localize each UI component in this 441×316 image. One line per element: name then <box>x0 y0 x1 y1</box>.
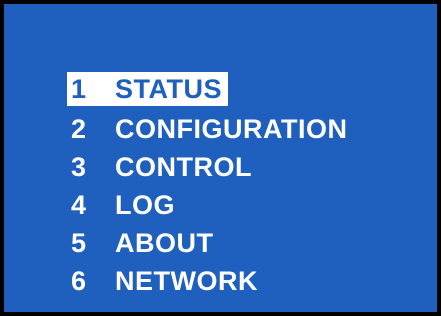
menu-screen: 1 STATUS 2 CONFIGURATION 3 CONTROL 4 LOG… <box>0 0 441 316</box>
menu-item-number: 5 <box>71 227 87 258</box>
menu-item-label: CONFIGURATION <box>115 113 348 144</box>
menu-item-number: 1 <box>71 73 87 104</box>
menu-item-network[interactable]: 6 NETWORK <box>67 262 347 300</box>
menu-item-label: CONTROL <box>115 151 252 182</box>
menu-item-number: 6 <box>71 265 87 296</box>
menu-item-log[interactable]: 4 LOG <box>67 186 347 224</box>
menu-item-control[interactable]: 3 CONTROL <box>67 148 347 186</box>
menu-item-number: 4 <box>71 189 87 220</box>
menu-item-status[interactable]: 1 STATUS <box>67 72 228 106</box>
menu-item-label: NETWORK <box>115 265 258 296</box>
menu-item-label: LOG <box>115 189 175 220</box>
menu-item-about[interactable]: 5 ABOUT <box>67 224 347 262</box>
menu-item-label: STATUS <box>115 73 222 104</box>
menu-item-number: 2 <box>71 113 87 144</box>
menu-item-number: 3 <box>71 151 87 182</box>
menu-item-label: ABOUT <box>115 227 214 258</box>
menu-item-configuration[interactable]: 2 CONFIGURATION <box>67 110 347 148</box>
main-menu: 1 STATUS 2 CONFIGURATION 3 CONTROL 4 LOG… <box>67 72 347 300</box>
